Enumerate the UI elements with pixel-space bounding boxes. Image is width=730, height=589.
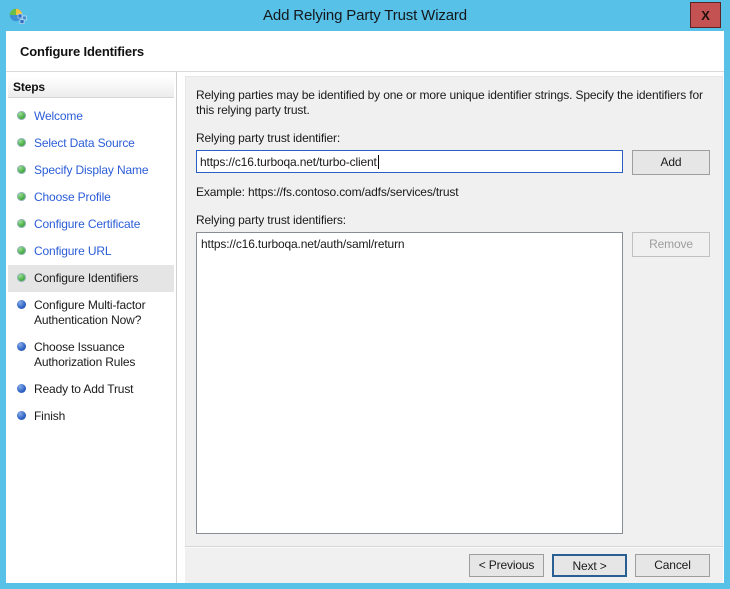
step-completed-dot-icon xyxy=(17,192,26,201)
step-specify-display-name: Specify Display Name xyxy=(8,157,174,184)
identifiers-list-label: Relying party trust identifiers: xyxy=(196,213,346,227)
steps-header: Steps xyxy=(8,77,174,98)
next-button[interactable]: Next > xyxy=(552,553,627,577)
button-footer: < Previous Next > Cancel xyxy=(185,546,723,583)
page-title: Configure Identifiers xyxy=(20,43,144,59)
main-column: Relying parties may be identified by one… xyxy=(185,76,723,583)
step-configure-url: Configure URL xyxy=(8,238,174,265)
steps-list: Welcome Select Data Source Specify Displ… xyxy=(8,103,174,430)
cancel-button[interactable]: Cancel xyxy=(635,553,710,577)
step-completed-dot-icon xyxy=(17,111,26,120)
step-upcoming-dot-icon xyxy=(17,411,26,420)
step-upcoming-dot-icon xyxy=(17,384,26,393)
step-completed-dot-icon xyxy=(17,138,26,147)
step-configure-identifiers: Configure Identifiers xyxy=(8,265,174,292)
dialog-content: Steps Welcome Select Data Source Specify… xyxy=(6,72,724,583)
wizard-window: Add Relying Party Trust Wizard X Configu… xyxy=(0,0,730,589)
steps-sidebar: Steps Welcome Select Data Source Specify… xyxy=(6,72,177,583)
step-current-dot-icon xyxy=(17,273,26,282)
identifier-field-label: Relying party trust identifier: xyxy=(196,131,341,145)
adfs-wizard-icon xyxy=(9,8,27,24)
step-completed-dot-icon xyxy=(17,165,26,174)
window-title: Add Relying Party Trust Wizard xyxy=(263,7,467,24)
step-select-data-source: Select Data Source xyxy=(8,130,174,157)
step-finish: Finish xyxy=(8,403,174,430)
identifier-input-row: https://c16.turboqa.net/turbo-client Add xyxy=(196,150,710,175)
add-button[interactable]: Add xyxy=(632,150,710,175)
wizard-dialog: Configure Identifiers Steps Welcome Sele… xyxy=(6,31,724,583)
page-description: Relying parties may be identified by one… xyxy=(196,88,703,117)
step-upcoming-dot-icon xyxy=(17,342,26,351)
identifier-input[interactable]: https://c16.turboqa.net/turbo-client xyxy=(196,150,623,173)
close-icon[interactable]: X xyxy=(690,2,721,28)
dialog-header: Configure Identifiers xyxy=(6,31,724,72)
step-completed-dot-icon xyxy=(17,246,26,255)
content-panel: Relying parties may be identified by one… xyxy=(185,76,723,546)
step-choose-profile: Choose Profile xyxy=(8,184,174,211)
step-choose-issuance-rules: Choose Issuance Authorization Rules xyxy=(8,334,174,376)
identifier-list-item[interactable]: https://c16.turboqa.net/auth/saml/return xyxy=(201,236,618,252)
step-welcome: Welcome xyxy=(8,103,174,130)
identifiers-list-row: https://c16.turboqa.net/auth/saml/return… xyxy=(196,232,710,534)
previous-button[interactable]: < Previous xyxy=(469,553,544,577)
step-configure-mfa: Configure Multi-factor Authentication No… xyxy=(8,292,174,334)
identifier-input-value: https://c16.turboqa.net/turbo-client xyxy=(200,154,377,169)
step-upcoming-dot-icon xyxy=(17,300,26,309)
step-completed-dot-icon xyxy=(17,219,26,228)
titlebar[interactable]: Add Relying Party Trust Wizard X xyxy=(0,0,730,31)
example-text: Example: https://fs.contoso.com/adfs/ser… xyxy=(196,185,459,199)
step-ready-to-add-trust: Ready to Add Trust xyxy=(8,376,174,403)
text-caret xyxy=(377,154,379,169)
remove-button[interactable]: Remove xyxy=(632,232,710,257)
step-configure-certificate: Configure Certificate xyxy=(8,211,174,238)
identifiers-listbox[interactable]: https://c16.turboqa.net/auth/saml/return xyxy=(196,232,623,534)
